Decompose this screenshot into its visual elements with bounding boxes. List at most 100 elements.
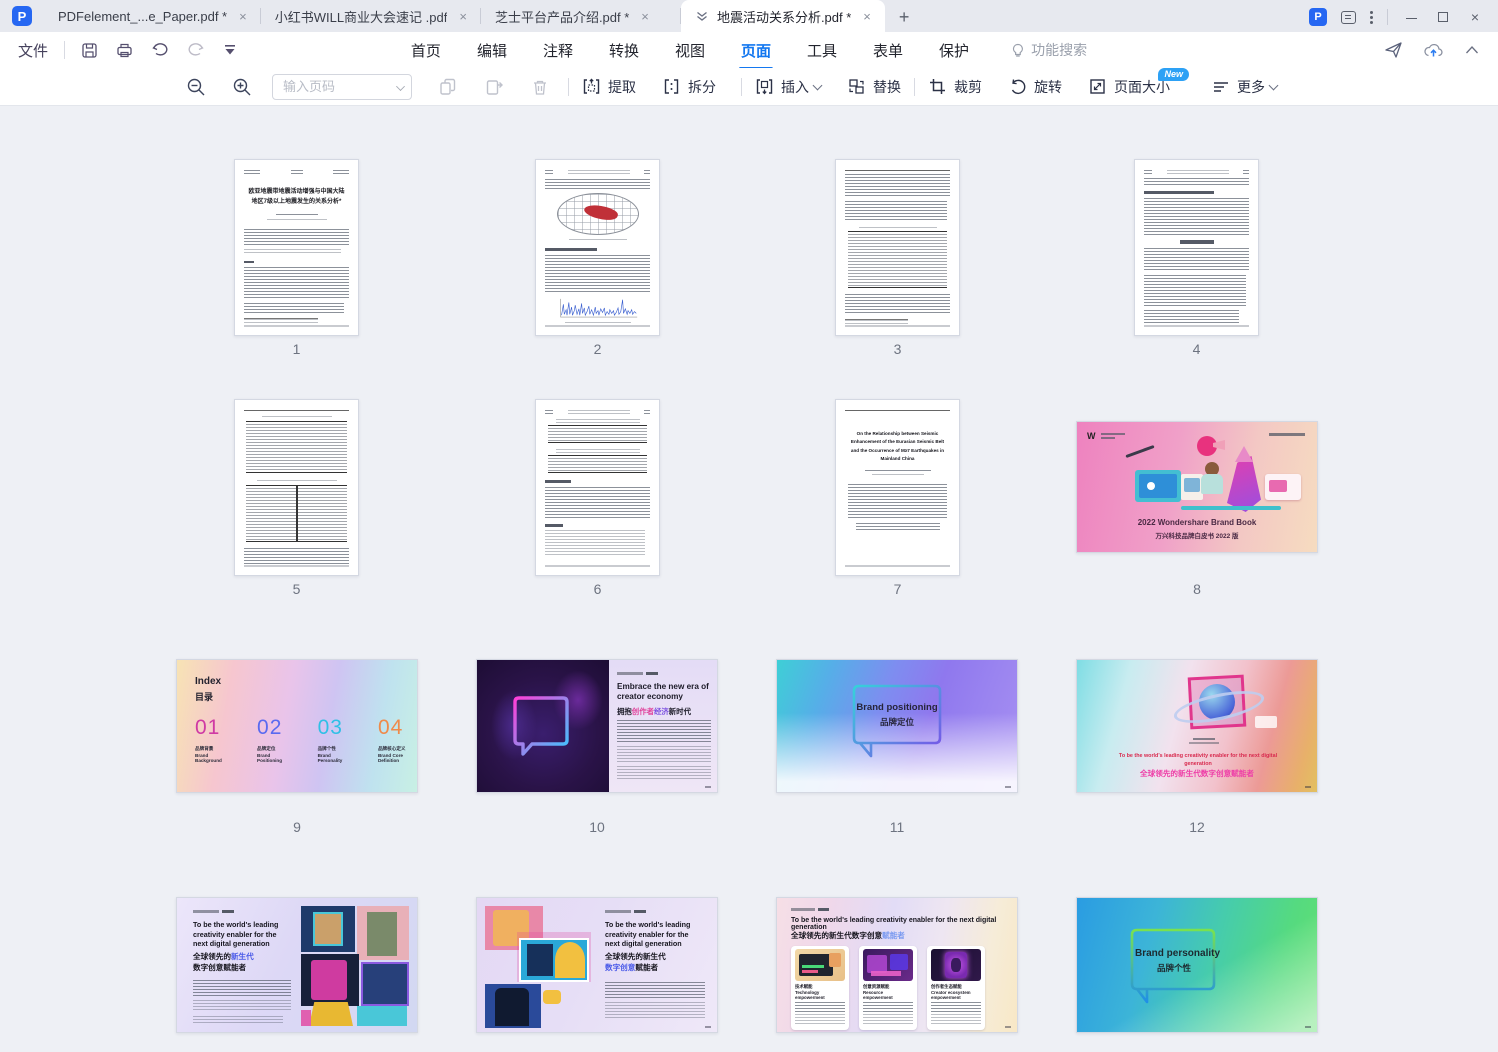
close-button[interactable]: ×	[1466, 9, 1484, 25]
text-placeholder	[244, 229, 349, 246]
tab-close-icon[interactable]: ×	[455, 9, 471, 24]
menu-item-tools[interactable]: 工具	[807, 33, 837, 68]
collapse-toolbar-icon[interactable]	[1464, 44, 1480, 56]
header-rule	[845, 410, 950, 411]
text-placeholder	[545, 248, 597, 251]
file-menu-button[interactable]: 文件	[0, 40, 64, 61]
undo-icon[interactable]	[151, 42, 169, 58]
page-thumbnail-3[interactable]	[835, 159, 960, 336]
formula-placeholder	[1180, 240, 1214, 244]
page-thumbnail-8[interactable]: W 2022 Wondershare Brand Book 万兴科技品牌白皮书 …	[1076, 421, 1318, 553]
text-placeholder	[244, 261, 254, 263]
minimize-button[interactable]	[1402, 9, 1420, 25]
menu-item-form[interactable]: 表单	[873, 33, 903, 68]
page-thumbnail-4[interactable]	[1134, 159, 1259, 336]
feedback-icon[interactable]	[1341, 11, 1356, 24]
text-placeholder	[1144, 248, 1249, 272]
maximize-button[interactable]	[1434, 9, 1452, 25]
table-caption-placeholder	[257, 480, 337, 483]
page-thumbnail-13[interactable]: To be the world's leading creativity ena…	[176, 897, 418, 1033]
more-button[interactable]: 更多	[1199, 77, 1290, 97]
insert-button[interactable]: 插入	[742, 77, 834, 97]
tab-close-icon[interactable]: ×	[637, 9, 653, 24]
card-resource: 创意资源赋能 Resource empowerment	[859, 946, 917, 1030]
tab-document-2[interactable]: 小红书WILL商业大会速记 .pdf ×	[261, 0, 481, 32]
table-figure	[548, 455, 647, 473]
new-badge: New	[1158, 68, 1189, 81]
text-placeholder	[1144, 198, 1249, 236]
text-placeholder	[605, 1002, 705, 1018]
more-lines-icon	[1212, 79, 1230, 95]
page-thumbnail-1[interactable]: 欧亚地震带地震活动增强与中国大陆地区7级以上地震发生的关系分析*	[234, 159, 359, 336]
page-thumbnail-6[interactable]	[535, 399, 660, 576]
logo-text-placeholder	[1101, 433, 1125, 435]
menu-item-view[interactable]: 视图	[675, 33, 705, 68]
text-placeholder	[1144, 310, 1239, 325]
page-thumbnail-11[interactable]: Brand positioning 品牌定位	[776, 659, 1018, 793]
replace-button[interactable]: 替换	[834, 77, 914, 97]
chevron-down-icon	[1269, 80, 1279, 90]
text-placeholder	[276, 214, 318, 216]
page-thumbnail-2[interactable]	[535, 159, 660, 336]
new-tab-button[interactable]: +	[885, 7, 924, 32]
text-placeholder	[931, 1014, 981, 1026]
text-placeholder	[545, 524, 563, 527]
page-size-button[interactable]: 页面大小 New	[1075, 77, 1183, 97]
tab-document-1[interactable]: PDFelement_...e_Paper.pdf * ×	[44, 0, 261, 32]
share-icon[interactable]	[1384, 41, 1403, 59]
menu-item-comment[interactable]: 注释	[543, 33, 573, 68]
tab-bar: P PDFelement_...e_Paper.pdf * × 小红书WILL商…	[0, 0, 1498, 32]
tab-close-icon[interactable]: ×	[859, 9, 875, 24]
page-number-input[interactable]	[272, 74, 412, 100]
zoom-out-icon[interactable]	[186, 77, 206, 97]
tab-title: 小红书WILL商业大会速记 .pdf	[275, 7, 448, 26]
menu-item-convert[interactable]: 转换	[609, 33, 639, 68]
page-thumbnail-5[interactable]	[234, 399, 359, 576]
text-placeholder	[845, 201, 947, 221]
text-placeholder	[1144, 170, 1249, 175]
menu-item-protect[interactable]: 保护	[939, 33, 969, 68]
menu-item-edit[interactable]: 编辑	[477, 33, 507, 68]
page-number-label: 4	[1134, 341, 1259, 357]
extract-button[interactable]: 提取	[569, 77, 649, 97]
text-placeholder	[545, 487, 650, 519]
insert-icon	[755, 77, 774, 96]
zoom-in-icon[interactable]	[232, 77, 252, 97]
index-item-1: 01 品牌背景 Brand Background	[195, 716, 229, 763]
page-thumbnail-12[interactable]: To be the world's leading creativity ena…	[1076, 659, 1318, 793]
page-thumbnail-14[interactable]: To be the world's leading creativity ena…	[476, 897, 718, 1033]
tab-document-4-active[interactable]: 地震活动关系分析.pdf * ×	[681, 0, 885, 32]
empowerment-cards: 技术赋能 Technology empowerment 创意资源赋能 Resou…	[791, 946, 985, 1030]
print-icon[interactable]	[116, 42, 133, 59]
page-thumbnail-15[interactable]: To be the world's leading creativity ena…	[776, 897, 1018, 1033]
extract-icon	[582, 77, 601, 96]
menu-item-home[interactable]: 首页	[411, 33, 441, 68]
toolbar-dropdown-icon[interactable]	[223, 43, 237, 57]
page-number-label: 12	[1076, 819, 1318, 835]
tab-close-icon[interactable]: ×	[235, 9, 251, 24]
delete-page-icon-disabled	[530, 77, 550, 97]
cloud-upload-icon[interactable]	[1423, 42, 1444, 59]
paper-title-en: On the Relationship between Seismic Enha…	[845, 430, 950, 463]
redo-icon[interactable]	[187, 42, 205, 58]
page-thumbnail-16[interactable]: Brand personality 品牌个性	[1076, 897, 1318, 1033]
text-placeholder	[795, 1014, 845, 1026]
feature-search[interactable]: 功能搜索	[1011, 40, 1087, 60]
tab-document-3[interactable]: 芝士平台产品介绍.pdf * ×	[481, 0, 681, 32]
menu-item-page-active[interactable]: 页面	[741, 33, 771, 68]
split-button[interactable]: 拆分	[649, 77, 741, 97]
page-thumbnail-7[interactable]: On the Relationship between Seismic Enha…	[835, 399, 960, 576]
pdfelement-app-icon[interactable]: P	[1309, 8, 1327, 26]
save-icon[interactable]	[81, 42, 98, 59]
page-thumbnail-9[interactable]: Index 目录 01 品牌背景 Brand Background 02 品牌定…	[176, 659, 418, 793]
rotate-icon	[1008, 77, 1027, 96]
page-thumbnail-10[interactable]: Embrace the new era of creator economy 拥…	[476, 659, 718, 793]
more-menu-icon[interactable]	[1370, 11, 1373, 24]
replace-icon	[847, 77, 866, 96]
slide-caption-placeholder	[605, 910, 646, 913]
rotate-button[interactable]: 旋转	[995, 77, 1075, 97]
index-heading-en: Index	[195, 676, 221, 687]
table-caption-placeholder	[262, 416, 332, 419]
crop-button[interactable]: 裁剪	[915, 77, 995, 97]
cover-title-en: 2022 Wondershare Brand Book	[1077, 518, 1317, 527]
